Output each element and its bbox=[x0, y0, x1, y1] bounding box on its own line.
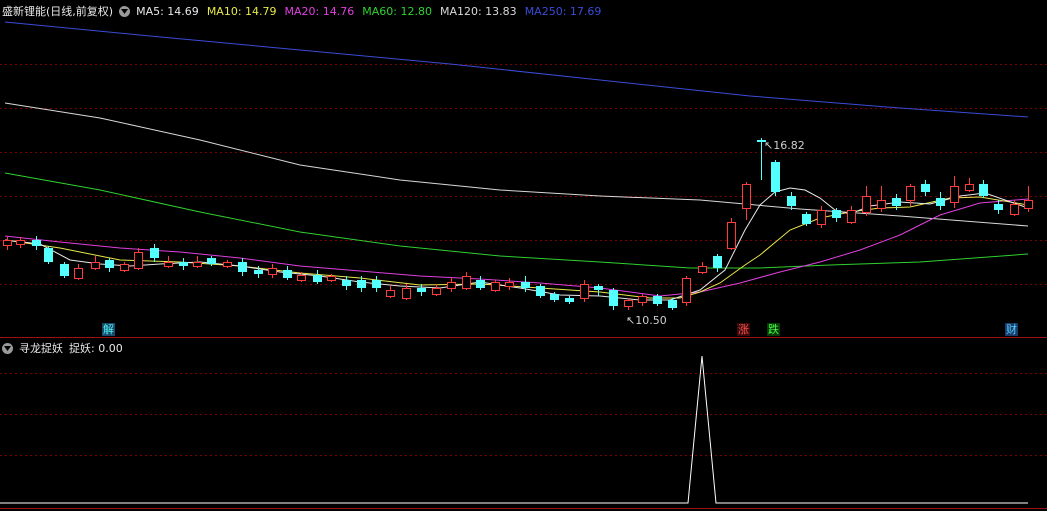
candle-body-up bbox=[906, 186, 915, 201]
indicator-value: 捉妖: 0.00 bbox=[69, 342, 123, 355]
candle-body-down bbox=[713, 256, 722, 268]
candle-body-up bbox=[223, 262, 232, 267]
candle-body-up bbox=[580, 284, 589, 299]
ma5-line bbox=[4, 187, 1029, 301]
ma60-label: MA60: 12.80 bbox=[362, 4, 432, 18]
candle-body-down bbox=[357, 280, 366, 288]
candle-body-up bbox=[1024, 200, 1033, 209]
candle-body-up bbox=[624, 300, 633, 307]
candle-body-down bbox=[476, 280, 485, 288]
candle-body-down bbox=[254, 270, 263, 274]
candle-body-down bbox=[313, 275, 322, 282]
candle-body-up bbox=[817, 210, 826, 225]
candle-body-down bbox=[60, 264, 69, 276]
candle-body-down bbox=[921, 184, 930, 192]
candle-body-down bbox=[594, 286, 603, 290]
candle-body-up bbox=[638, 296, 647, 303]
candle-body-down bbox=[550, 294, 559, 300]
ma10-line bbox=[4, 196, 1029, 299]
candle-body-up bbox=[462, 276, 471, 289]
candle-body-up bbox=[950, 186, 959, 203]
chart-header: 盛新锂能(日线,前复权) MA5: 14.69 MA10: 14.79 MA20… bbox=[2, 3, 603, 19]
candle-body-up bbox=[877, 200, 886, 209]
candle-body-up bbox=[447, 282, 456, 289]
marker-jie[interactable]: 解 bbox=[102, 323, 115, 336]
candlestick-chart[interactable] bbox=[0, 0, 1047, 511]
candle-body-up bbox=[3, 240, 12, 246]
candle-body-up bbox=[164, 262, 173, 267]
candle-body-down bbox=[44, 248, 53, 262]
candle-body-down bbox=[994, 204, 1003, 210]
low-price-value: 10.50 bbox=[635, 314, 667, 327]
candle-body-down bbox=[238, 262, 247, 272]
candle-body-down bbox=[771, 162, 780, 192]
candle-body-down bbox=[417, 288, 426, 292]
candle-body-down bbox=[521, 282, 530, 288]
ma20-label: MA20: 14.76 bbox=[284, 4, 355, 18]
candle-body-down bbox=[32, 240, 41, 246]
ma10-label: MA10: 14.79 bbox=[206, 4, 277, 18]
candle-body-down bbox=[283, 270, 292, 278]
high-price-value: 16.82 bbox=[773, 139, 805, 152]
candle-body-up bbox=[698, 266, 707, 273]
candle-body-down bbox=[936, 198, 945, 206]
indicator-title: 寻龙捉妖 bbox=[19, 342, 63, 355]
candle-body-down bbox=[372, 280, 381, 288]
stock-title: 盛新锂能(日线,前复权) bbox=[2, 5, 114, 18]
candle-body-up bbox=[193, 262, 202, 267]
candle-body-up bbox=[862, 196, 871, 213]
candle-body-up bbox=[402, 288, 411, 299]
candle-body-down bbox=[342, 280, 351, 286]
high-price-annotation: ↖16.82 bbox=[764, 140, 805, 152]
low-price-annotation: ↖10.50 bbox=[626, 315, 667, 327]
candle-body-down bbox=[668, 300, 677, 308]
ma250-line bbox=[4, 21, 1029, 118]
candle-body-up bbox=[16, 240, 25, 245]
candle-body-down bbox=[802, 214, 811, 224]
ma20-line bbox=[4, 198, 1029, 297]
candle-body-up bbox=[268, 268, 277, 275]
candle-body-up bbox=[91, 262, 100, 269]
marker-die[interactable]: 跌 bbox=[767, 323, 780, 336]
ma250-label: MA250: 17.69 bbox=[524, 4, 602, 18]
ma5-label: MA5: 14.69 bbox=[136, 4, 199, 18]
candle-body-up bbox=[491, 282, 500, 291]
indicator-header: 寻龙捉妖 捉妖: 0.00 bbox=[2, 340, 123, 356]
indicator-line bbox=[0, 355, 1028, 504]
candle-body-up bbox=[847, 210, 856, 223]
chevron-down-icon[interactable] bbox=[119, 5, 131, 17]
candle-body-up bbox=[505, 282, 514, 287]
candle-body-up bbox=[965, 184, 974, 191]
ma120-label: MA120: 13.83 bbox=[439, 4, 517, 18]
candle-body-down bbox=[787, 196, 796, 206]
candle-body-up bbox=[1010, 204, 1019, 215]
candle-body-up bbox=[386, 290, 395, 297]
candle-body-up bbox=[327, 276, 336, 281]
high-arrow-icon: ↖ bbox=[764, 139, 774, 152]
candle-body-down bbox=[150, 248, 159, 258]
candle-body-down bbox=[609, 290, 618, 306]
candle-body-up bbox=[120, 264, 129, 271]
candle-body-down bbox=[832, 210, 841, 218]
candle-body-down bbox=[653, 296, 662, 304]
candle-body-up bbox=[742, 184, 751, 209]
marker-cai[interactable]: 财 bbox=[1005, 323, 1018, 336]
low-arrow-icon: ↖ bbox=[626, 314, 636, 327]
candle-body-up bbox=[727, 222, 736, 249]
candle-body-down bbox=[207, 258, 216, 264]
candle-body-up bbox=[74, 268, 83, 279]
candle-body-up bbox=[134, 252, 143, 269]
chevron-down-icon[interactable] bbox=[2, 342, 13, 354]
candle-body-down bbox=[565, 298, 574, 302]
candle-body-down bbox=[892, 198, 901, 206]
candle-body-up bbox=[682, 278, 691, 303]
candle-body-up bbox=[432, 288, 441, 295]
candle-body-up bbox=[297, 275, 306, 281]
candle-body-down bbox=[179, 262, 188, 266]
marker-zhang[interactable]: 涨 bbox=[737, 323, 750, 336]
ma120-line bbox=[4, 102, 1029, 227]
candle-body-down bbox=[536, 286, 545, 296]
candle-body-down bbox=[979, 184, 988, 196]
candle-body-down bbox=[105, 260, 114, 268]
